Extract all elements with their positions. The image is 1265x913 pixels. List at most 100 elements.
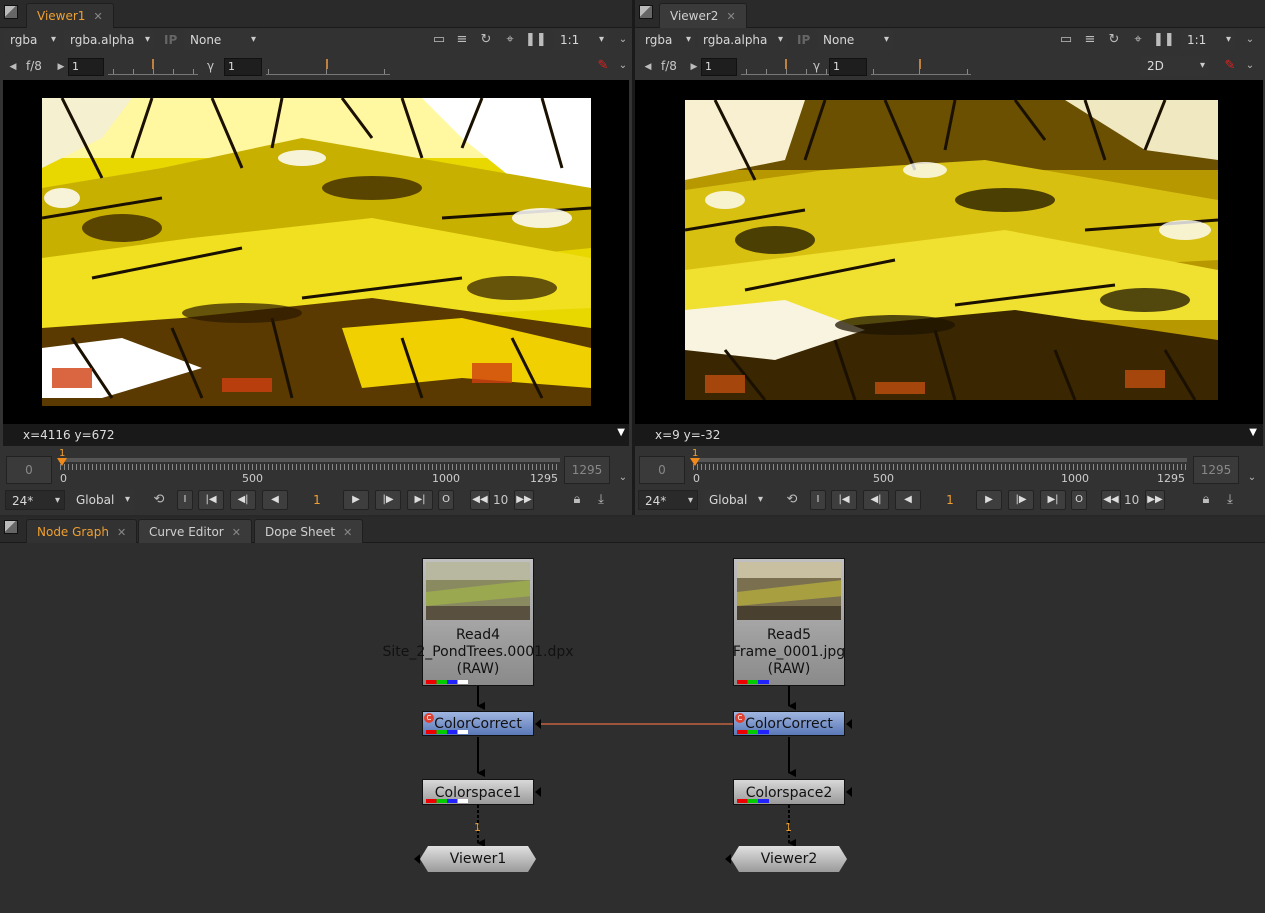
- read5-node[interactable]: Read5 Frame_0001.jpg (RAW): [733, 558, 845, 686]
- roi-icon[interactable]: ⌖: [1129, 30, 1147, 50]
- playhead-marker[interactable]: [690, 458, 700, 466]
- alpha-channel-dropdown[interactable]: rgba.alpha: [697, 30, 787, 50]
- colorspace2-node[interactable]: Colorspace2: [733, 779, 845, 805]
- gamma-slider[interactable]: [266, 57, 390, 75]
- pause-icon[interactable]: ❚❚: [1153, 30, 1175, 50]
- sync-icon[interactable]: ⤓: [592, 490, 610, 510]
- close-icon[interactable]: ✕: [232, 526, 241, 539]
- expand-chevron-icon[interactable]: ⌄: [614, 56, 632, 76]
- fps-dropdown[interactable]: 24*: [638, 490, 698, 511]
- view-mode-dropdown[interactable]: 2D: [1141, 56, 1209, 76]
- colorcorrect2-node[interactable]: C ColorCorrect: [733, 711, 845, 736]
- next-keyframe-button[interactable]: |▶: [1008, 490, 1034, 510]
- gamma-slider[interactable]: [871, 57, 971, 75]
- timeline-start-field[interactable]: 0: [6, 456, 52, 484]
- close-icon[interactable]: ✕: [343, 526, 352, 539]
- scope-dropdown[interactable]: Global: [70, 490, 134, 510]
- playhead-marker[interactable]: [57, 458, 67, 466]
- colorcorrect1-node[interactable]: C ColorCorrect: [422, 711, 534, 736]
- tab-viewer1[interactable]: Viewer1 ✕: [26, 3, 114, 28]
- alpha-channel-dropdown[interactable]: rgba.alpha: [64, 30, 154, 50]
- first-frame-button[interactable]: |◀: [831, 490, 857, 510]
- step-forward-button[interactable]: ▶▶: [1145, 490, 1165, 510]
- current-frame-field[interactable]: 1: [925, 490, 975, 510]
- timeline-end-field[interactable]: 1295: [564, 456, 610, 484]
- expand-chevron-icon[interactable]: ⌄: [1241, 30, 1259, 50]
- gamma-input[interactable]: 1: [829, 58, 867, 76]
- pane-grip-icon[interactable]: [639, 5, 653, 19]
- refresh-icon[interactable]: ↻: [477, 30, 495, 50]
- viewer-input-arrow-icon[interactable]: [414, 854, 420, 864]
- step-increment[interactable]: 10: [493, 490, 508, 510]
- info-toggle-icon[interactable]: ▼: [1249, 422, 1257, 444]
- mask-input-arrow-icon[interactable]: [846, 787, 852, 797]
- lut-dropdown[interactable]: None: [184, 30, 260, 50]
- roi-icon[interactable]: ⌖: [501, 30, 519, 50]
- viewer2-canvas[interactable]: [635, 80, 1263, 424]
- overlay-icon[interactable]: ≡: [1081, 30, 1099, 50]
- input-process-toggle[interactable]: IP: [164, 30, 177, 50]
- read4-node[interactable]: Read4 Site_2_PondTrees.0001.dpx (RAW): [382, 558, 574, 686]
- expand-chevron-icon[interactable]: ⌄: [1241, 56, 1259, 76]
- timeline-ruler[interactable]: 0 500 1000 1295 1: [57, 448, 560, 485]
- timeline-end-field[interactable]: 1295: [1193, 456, 1239, 484]
- overlay-icon[interactable]: ≡: [453, 30, 471, 50]
- node-graph-canvas[interactable]: Read4 Site_2_PondTrees.0001.dpx (RAW) Re…: [0, 543, 1265, 913]
- current-frame-field[interactable]: 1: [292, 490, 342, 510]
- input-process-toggle[interactable]: IP: [797, 30, 810, 50]
- out-point-button[interactable]: O: [1071, 490, 1087, 510]
- gain-input[interactable]: 1: [68, 58, 104, 76]
- gain-slider[interactable]: [108, 57, 198, 75]
- first-frame-button[interactable]: |◀: [198, 490, 224, 510]
- close-icon[interactable]: ✕: [117, 526, 126, 539]
- expand-chevron-icon[interactable]: ⌄: [614, 30, 632, 50]
- colorspace1-node[interactable]: Colorspace1: [422, 779, 534, 805]
- step-forward-button[interactable]: ▶▶: [514, 490, 534, 510]
- lock-icon[interactable]: 🔒︎: [1197, 490, 1215, 510]
- paint-brush-icon[interactable]: ✎: [594, 56, 612, 76]
- viewer-input-arrow-icon[interactable]: [725, 854, 731, 864]
- fstop-decrease-icon[interactable]: ◀: [639, 57, 657, 77]
- prev-keyframe-button[interactable]: ◀|: [863, 490, 889, 510]
- channels-dropdown[interactable]: rgba: [639, 30, 695, 50]
- viewer1-node[interactable]: Viewer1: [420, 846, 536, 872]
- step-back-button[interactable]: ◀◀: [470, 490, 490, 510]
- mask-input-arrow-icon[interactable]: [535, 719, 541, 729]
- fstop-decrease-icon[interactable]: ◀: [4, 57, 22, 77]
- pane-grip-icon[interactable]: [4, 520, 18, 534]
- timeline-start-field[interactable]: 0: [639, 456, 685, 484]
- pane-grip-icon[interactable]: [4, 5, 18, 19]
- step-increment[interactable]: 10: [1124, 490, 1139, 510]
- last-frame-button[interactable]: ▶|: [1040, 490, 1066, 510]
- out-point-button[interactable]: O: [438, 490, 454, 510]
- mask-input-arrow-icon[interactable]: [846, 719, 852, 729]
- expand-chevron-icon[interactable]: ⌄: [614, 468, 632, 488]
- fps-dropdown[interactable]: 24*: [5, 490, 65, 511]
- close-icon[interactable]: ✕: [93, 10, 102, 23]
- pause-icon[interactable]: ❚❚: [525, 30, 547, 50]
- expand-chevron-icon[interactable]: ⌄: [1243, 468, 1261, 488]
- playback-mode-icon[interactable]: ⟲: [783, 490, 801, 510]
- tab-viewer2[interactable]: Viewer2 ✕: [659, 3, 747, 28]
- play-forward-button[interactable]: ▶: [976, 490, 1002, 510]
- close-icon[interactable]: ✕: [726, 10, 735, 23]
- playback-mode-icon[interactable]: ⟲: [150, 490, 168, 510]
- in-point-button[interactable]: I: [177, 490, 193, 510]
- last-frame-button[interactable]: ▶|: [407, 490, 433, 510]
- tab-node-graph[interactable]: Node Graph ✕: [26, 519, 138, 543]
- step-back-button[interactable]: ◀◀: [1101, 490, 1121, 510]
- play-forward-button[interactable]: ▶: [343, 490, 369, 510]
- play-backward-button[interactable]: ◀: [895, 490, 921, 510]
- zoom-dropdown[interactable]: 1:1: [554, 30, 608, 50]
- gain-input[interactable]: 1: [701, 58, 737, 76]
- viewer2-node[interactable]: Viewer2: [731, 846, 847, 872]
- play-backward-button[interactable]: ◀: [262, 490, 288, 510]
- mask-input-arrow-icon[interactable]: [535, 787, 541, 797]
- info-toggle-icon[interactable]: ▼: [617, 422, 625, 444]
- prev-keyframe-button[interactable]: ◀|: [230, 490, 256, 510]
- refresh-icon[interactable]: ↻: [1105, 30, 1123, 50]
- scope-dropdown[interactable]: Global: [703, 490, 767, 510]
- next-keyframe-button[interactable]: |▶: [375, 490, 401, 510]
- clip-warning-icon[interactable]: ▭: [1057, 30, 1075, 50]
- in-point-button[interactable]: I: [810, 490, 826, 510]
